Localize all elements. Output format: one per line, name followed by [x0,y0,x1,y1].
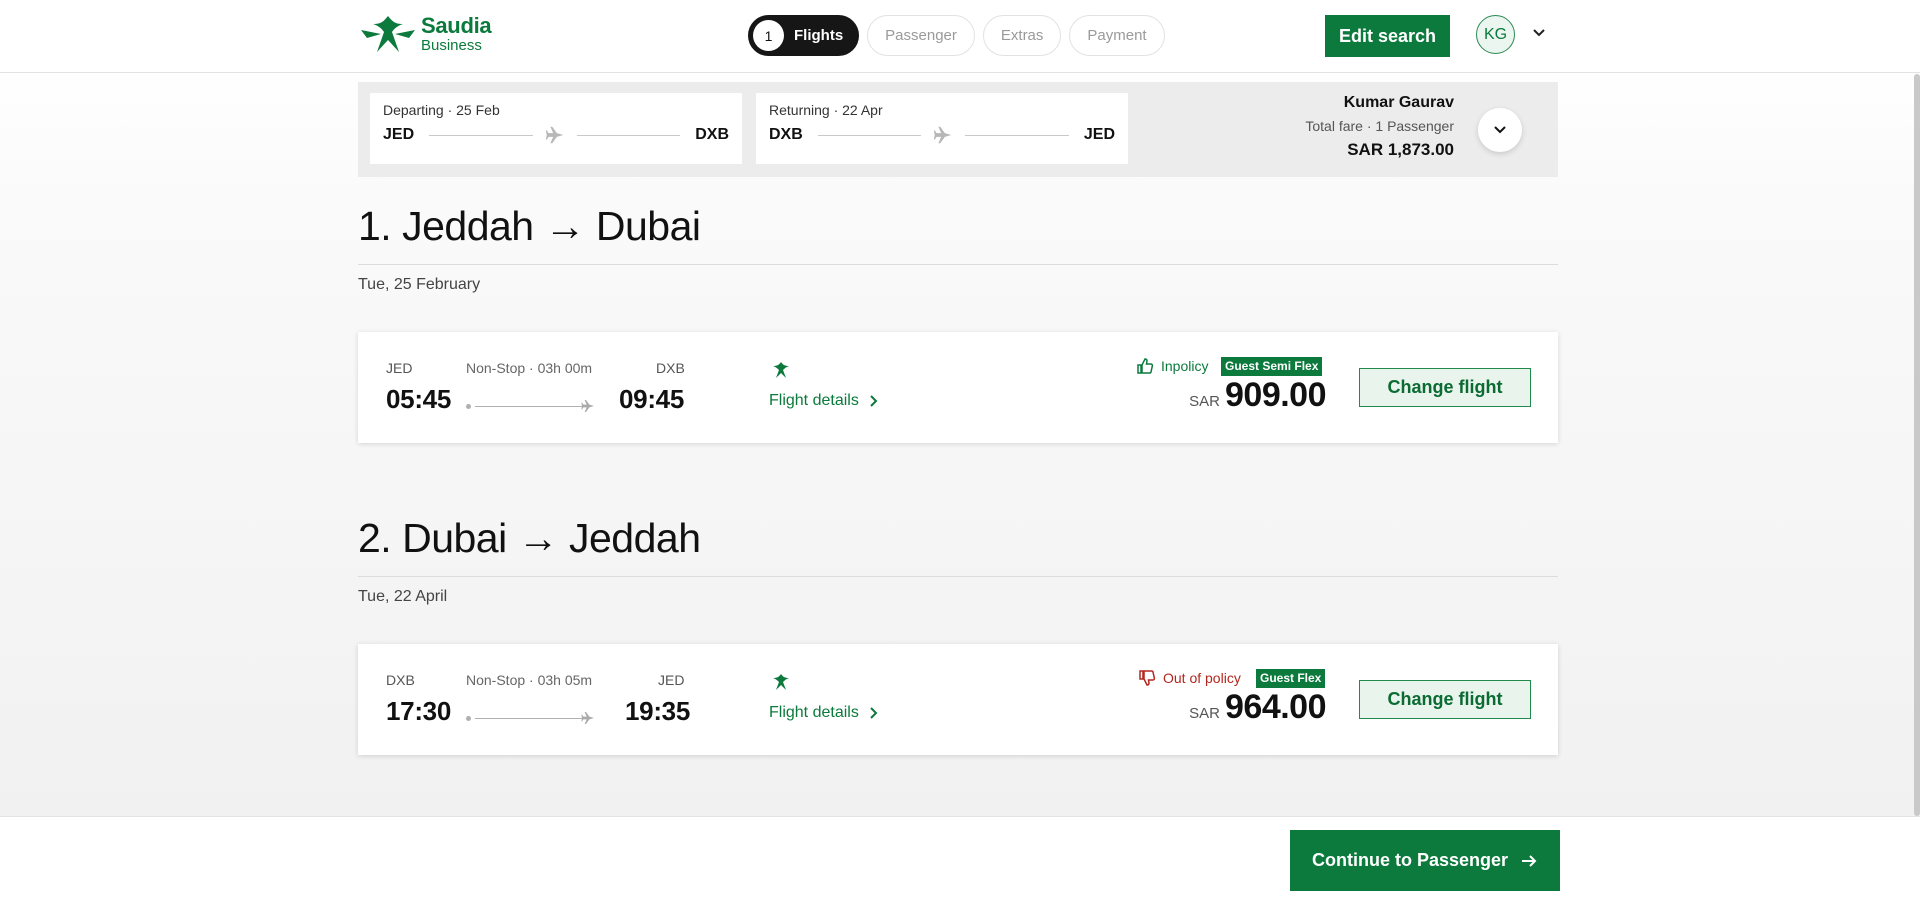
expand-summary-button[interactable] [1478,108,1522,152]
change-flight-button[interactable]: Change flight [1359,680,1531,719]
policy-status: Out of policy [1137,668,1241,688]
price-amount: 909.00 [1225,376,1327,414]
step-payment[interactable]: Payment [1069,15,1165,56]
dep-airport-code: JED [386,360,413,376]
step-flights[interactable]: 1 Flights [748,15,860,56]
saudia-airline-icon [773,674,789,690]
fare-type-badge: Guest Semi Flex [1221,357,1323,376]
continue-to-passenger-button[interactable]: Continue to Passenger [1290,830,1560,891]
footer-bar: Continue to Passenger [0,816,1920,901]
return-summary: Returning · 22 Apr DXB JED [756,93,1128,164]
arrow-right-icon [1522,854,1537,867]
page-scrollbar[interactable] [1914,74,1920,816]
step-label: Payment [1087,27,1147,44]
flight-details-link[interactable]: Flight details [769,704,879,722]
flight-duration: Non-Stop · 03h 00m [466,360,593,376]
fare-type-badge: Guest Flex [1256,669,1326,688]
total-fare-amount: SAR 1,873.00 [1347,140,1454,159]
flight-price: SAR 909.00 [1189,376,1326,415]
section-date-outbound: Tue, 25 February [358,276,481,293]
chevron-right-icon [870,395,878,407]
step-label: Passenger [885,27,957,44]
plane-icon [581,400,594,412]
brand-name: Saudia [421,13,492,38]
plane-icon [545,126,563,144]
dep-time: 05:45 [386,384,451,414]
change-flight-button[interactable]: Change flight [1359,368,1531,407]
passenger-name: Kumar Gaurav [1343,94,1454,111]
price-amount: 964.00 [1225,688,1327,726]
plane-icon [581,712,594,724]
fare-summary: Kumar Gaurav Total fare · 1 Passenger SA… [1305,94,1454,160]
flight-duration: Non-Stop · 03h 05m [466,672,593,688]
thumbs-up-icon [1137,358,1154,374]
continue-label: Continue to Passenger [1311,850,1509,870]
policy-status: Inpolicy [1135,356,1208,376]
flight-details-label: Flight details [769,392,859,409]
outbound-date-label: Departing · 25 Feb [383,102,500,118]
arr-airport-code: DXB [656,360,685,376]
policy-label: Inpolicy [1161,358,1209,374]
chevron-down-icon [1494,126,1506,134]
top-bar: Saudia Business 1 Flights Passenger Extr… [0,0,1920,73]
section-title-return: 2. Dubai → Jeddah [358,515,701,561]
trip-summary: Departing · 25 Feb JED DXB Returning · 2… [358,82,1558,177]
flight-card-return: DXB Non-Stop · 03h 05m JED 17:30 19:35 F… [358,644,1558,755]
edit-search-button[interactable]: Edit search [1325,15,1450,57]
return-date-label: Returning · 22 Apr [769,102,883,118]
thumbs-down-icon [1139,670,1156,686]
step-label: Extras [1000,27,1044,44]
return-from: DXB [769,126,803,143]
plane-icon [934,126,952,144]
dep-time: 17:30 [386,696,451,726]
booking-steps: 1 Flights Passenger Extras Payment [748,15,1165,56]
outbound-summary: Departing · 25 Feb JED DXB [370,93,742,164]
dep-airport-code: DXB [386,672,415,688]
total-fare-label: Total fare · 1 Passenger [1305,118,1454,134]
flight-details-link[interactable]: Flight details [769,392,879,410]
flight-price: SAR 964.00 [1189,688,1326,727]
arr-time: 09:45 [619,384,684,414]
route-line [466,400,594,412]
step-passenger[interactable]: Passenger [867,15,975,56]
price-currency: SAR [1189,393,1220,410]
section-title-outbound: 1. Jeddah → Dubai [358,203,701,249]
saudia-business-logo[interactable]: Saudia Business [359,12,492,56]
flight-card-outbound: JED Non-Stop · 03h 00m DXB 05:45 09:45 F… [358,332,1558,443]
price-currency: SAR [1189,705,1220,722]
chevron-down-icon[interactable] [1531,25,1547,41]
step-number: 1 [753,20,784,51]
step-extras[interactable]: Extras [982,15,1062,56]
step-label: Flights [794,27,844,44]
saudia-airline-icon [773,362,789,378]
route-line [466,712,594,724]
brand-sub: Business [421,37,482,54]
divider [358,576,1558,577]
divider [358,264,1558,265]
arr-time: 19:35 [625,696,690,726]
saudia-palm-logo-icon [361,16,415,52]
section-date-return: Tue, 22 April [358,588,448,605]
outbound-from: JED [383,126,415,143]
policy-label: Out of policy [1163,670,1241,686]
avatar[interactable]: KG [1476,15,1515,54]
return-to: JED [1083,126,1115,143]
arr-airport-code: JED [658,672,685,688]
flight-details-label: Flight details [769,704,859,721]
outbound-to: DXB [695,126,729,143]
chevron-right-icon [870,707,878,719]
